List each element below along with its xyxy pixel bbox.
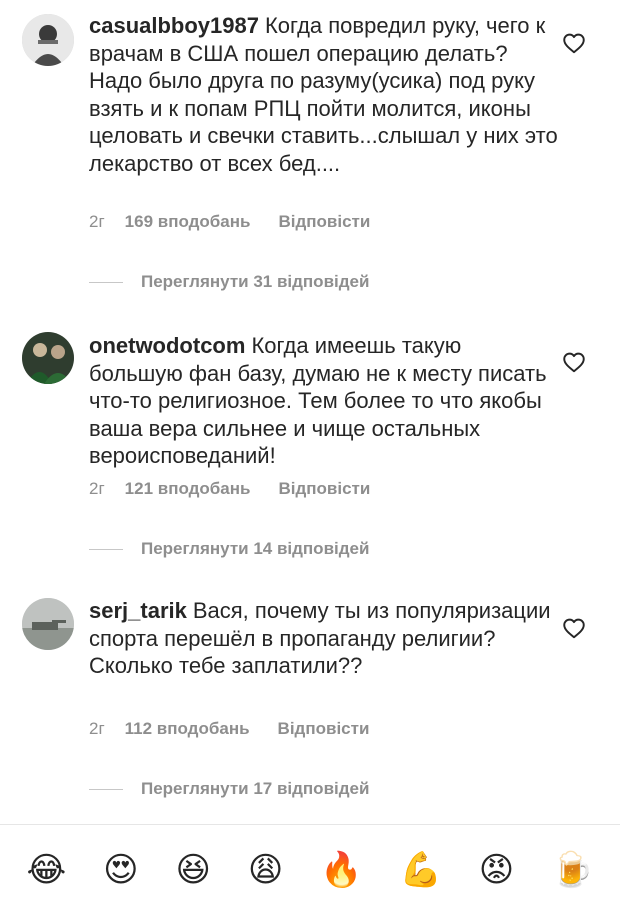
comment-username[interactable]: onetwodotcom — [89, 333, 245, 358]
comment-time: 2г — [89, 719, 105, 738]
angry-face-emoji-icon[interactable]: 😡 — [479, 850, 514, 890]
comment-likes[interactable]: 112 вподобань — [125, 719, 250, 738]
comment-meta: 2г 112 вподобань Відповісти — [89, 719, 397, 739]
comment-time: 2г — [89, 479, 105, 498]
avatar[interactable] — [22, 332, 74, 384]
tears-of-joy-emoji-icon[interactable]: 😂 — [26, 850, 66, 890]
view-replies-button[interactable]: Переглянути 14 відповідей — [89, 539, 369, 559]
weary-face-emoji-icon[interactable]: 😩 — [248, 850, 283, 890]
heart-outline-icon[interactable] — [561, 615, 587, 641]
comment-text: onetwodotcom Когда имеешь такую большую ф… — [89, 332, 559, 470]
avatar-image — [22, 332, 74, 384]
divider-line — [89, 549, 123, 551]
comment-username[interactable]: casualbboy1987 — [89, 13, 259, 38]
avatar[interactable] — [22, 598, 74, 650]
comment-likes[interactable]: 169 вподобань — [125, 212, 251, 231]
reply-button[interactable]: Відповісти — [278, 719, 370, 738]
comment-username[interactable]: serj_tarik — [89, 598, 187, 623]
divider-line — [89, 789, 123, 791]
avatar-image — [22, 598, 74, 650]
comment-likes[interactable]: 121 вподобань — [125, 479, 251, 498]
comment-meta: 2г 169 вподобань Відповісти — [89, 212, 398, 232]
flexed-biceps-emoji-icon[interactable]: 💪 — [400, 850, 442, 890]
comment-time: 2г — [89, 212, 105, 231]
beer-mug-emoji-icon[interactable]: 🍺 — [551, 850, 593, 890]
fire-emoji-icon[interactable]: 🔥 — [320, 850, 362, 890]
heart-outline-icon[interactable] — [561, 30, 587, 56]
view-replies-label: Переглянути 17 відповідей — [141, 779, 370, 798]
comment-text: serj_tarik Вася, почему ты из популяризац… — [89, 597, 559, 680]
view-replies-label: Переглянути 31 відповідей — [141, 272, 370, 291]
view-replies-button[interactable]: Переглянути 17 відповідей — [89, 779, 369, 799]
comment-text: casualbboy1987 Когда повредил руку, чего … — [89, 12, 559, 177]
reply-button[interactable]: Відповісти — [278, 479, 370, 498]
laughing-emoji-icon[interactable]: 😆 — [175, 850, 210, 890]
divider-line — [89, 282, 123, 284]
comment-meta: 2г 121 вподобань Відповісти — [89, 479, 398, 499]
emoji-bar-divider — [0, 824, 620, 825]
reply-button[interactable]: Відповісти — [278, 212, 370, 231]
avatar[interactable] — [22, 14, 74, 66]
heart-outline-icon[interactable] — [561, 349, 587, 375]
view-replies-label: Переглянути 14 відповідей — [141, 539, 370, 558]
heart-eyes-emoji-icon[interactable]: 😍 — [103, 850, 138, 890]
view-replies-button[interactable]: Переглянути 31 відповідей — [89, 272, 369, 292]
avatar-image — [22, 14, 74, 66]
emoji-quick-reactions: 😂 😍 😆 😩 🔥 💪 😡 🍺 — [0, 826, 620, 914]
